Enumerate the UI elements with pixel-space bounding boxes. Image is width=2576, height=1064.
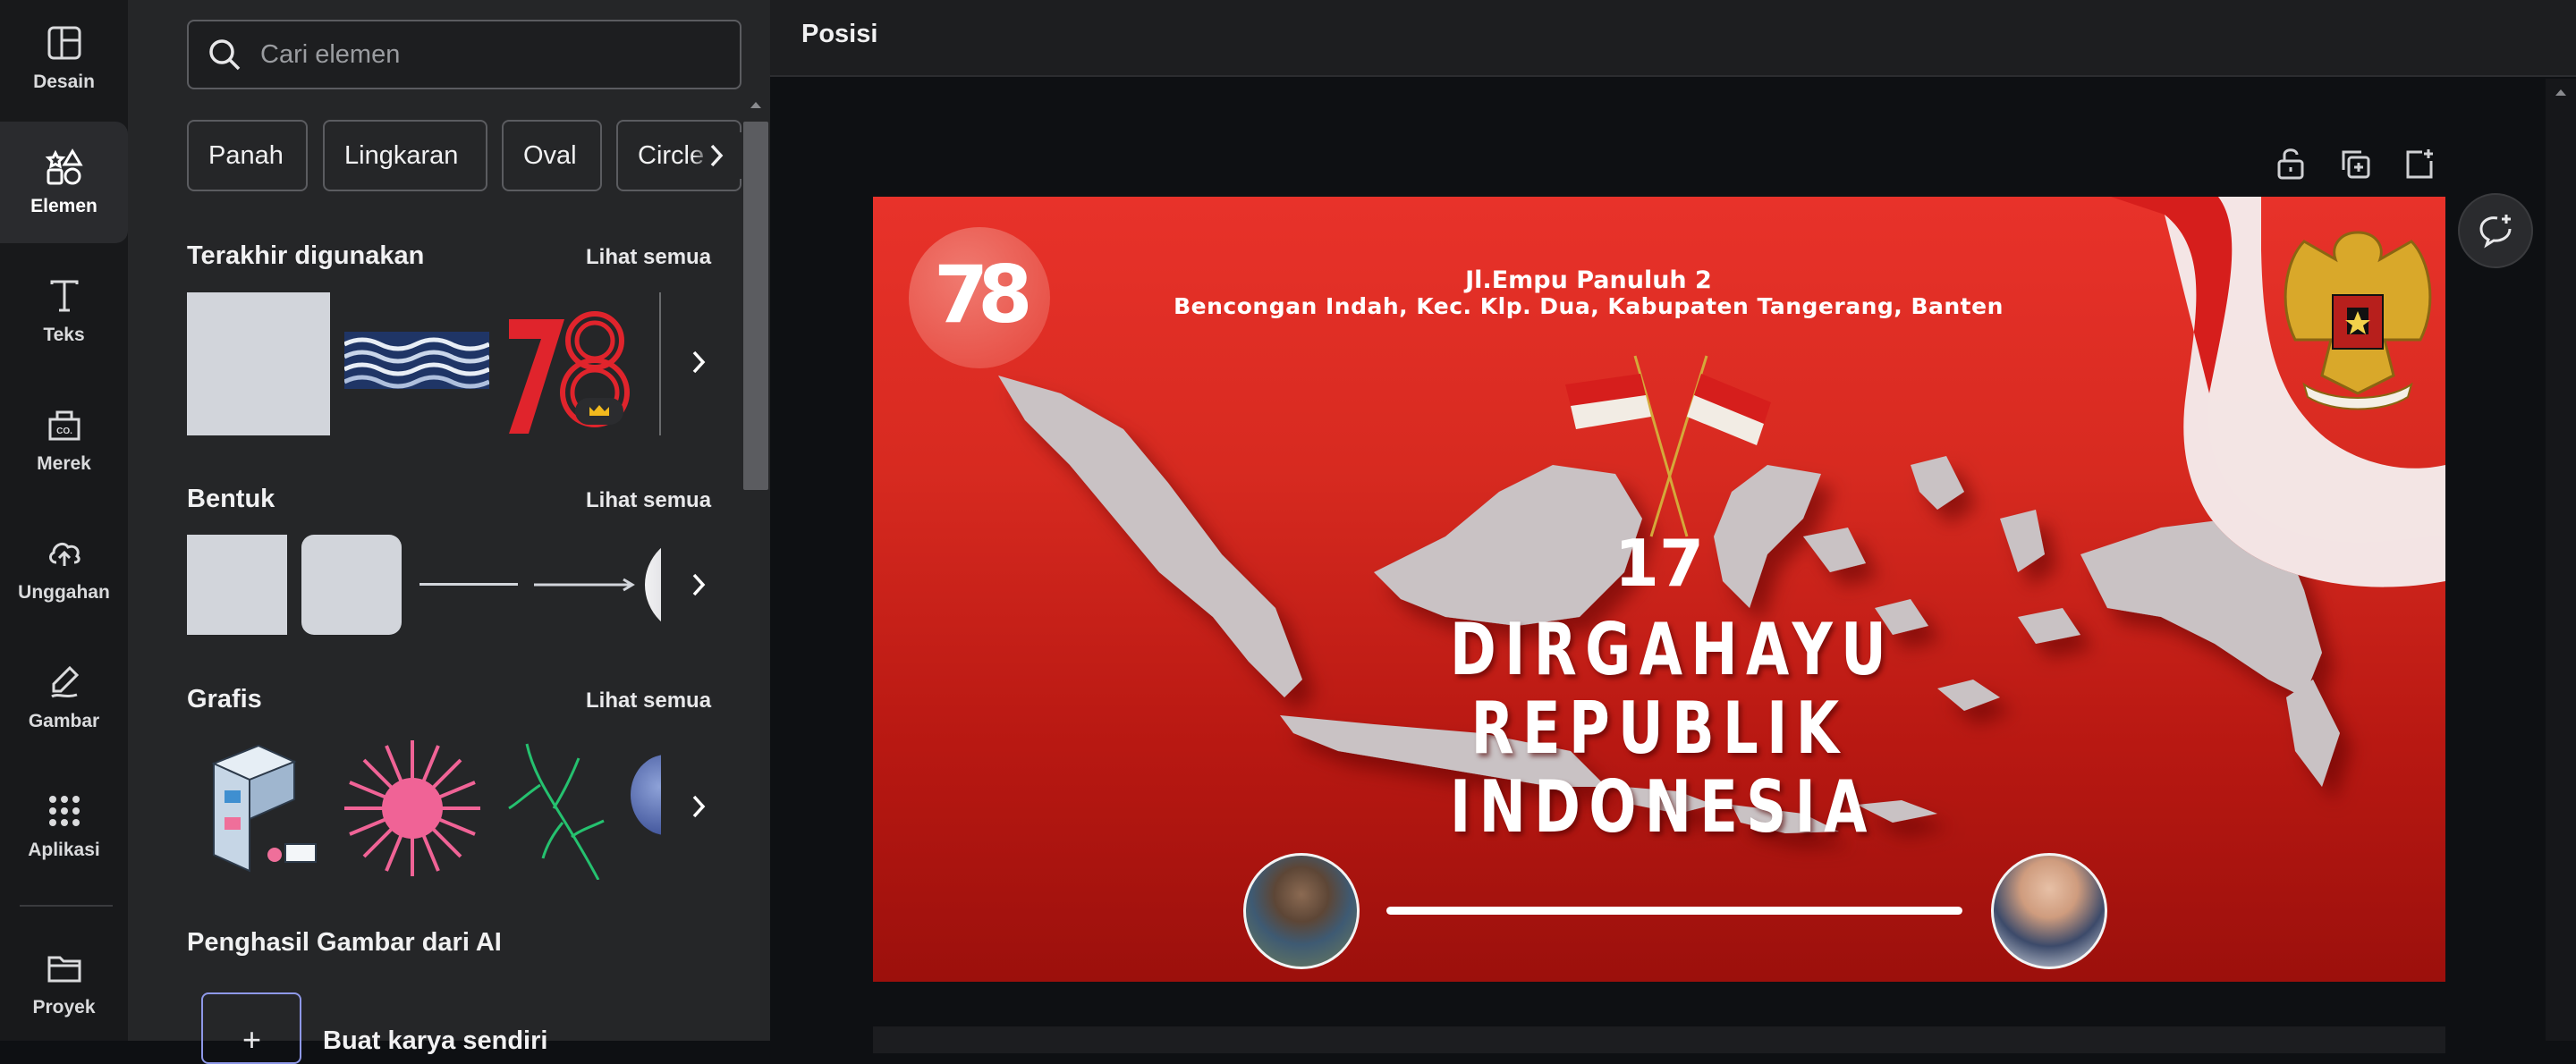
left-sidebar: Desain Elemen Teks CO. Merek Unggahan Ga…	[0, 0, 141, 1044]
search-input[interactable]	[258, 38, 724, 71]
rail-label: Unggahan	[18, 582, 110, 603]
section-title-graphics: Grafis	[187, 685, 262, 714]
rail-item-aplikasi[interactable]: Aplikasi	[0, 765, 128, 887]
duplicate-page-button[interactable]	[2334, 143, 2376, 184]
shapes-icon	[45, 148, 83, 185]
rail-label: Proyek	[32, 997, 96, 1018]
see-all-recent-link[interactable]: Lihat semua	[586, 245, 711, 270]
recent-texture-graphic[interactable]	[659, 292, 661, 435]
recent-square-shape[interactable]	[187, 292, 330, 435]
address-line-1[interactable]: Jl.Empu Panuluh 2	[1141, 266, 2036, 294]
square-shape[interactable]	[187, 535, 287, 635]
isometric-letter-graphic[interactable]	[196, 737, 321, 876]
circle-shape[interactable]	[645, 535, 661, 635]
arrow-line-shape[interactable]	[534, 576, 636, 594]
recent-items-row	[187, 291, 661, 435]
left-person-photo[interactable]	[1243, 853, 1360, 969]
rail-label: Desain	[33, 72, 95, 92]
editor-topbar: Posisi	[770, 0, 2576, 77]
text-icon	[50, 280, 78, 312]
chevron-right-icon	[692, 350, 706, 374]
draw-icon	[50, 665, 79, 698]
anniversary-78-logo[interactable]: 78	[909, 227, 1050, 368]
add-comment-button[interactable]	[2458, 193, 2533, 268]
chevron-right-icon	[692, 795, 706, 818]
search-icon	[209, 39, 241, 71]
chip-label: Oval	[523, 140, 577, 170]
garuda-pancasila-emblem[interactable]	[2268, 206, 2445, 420]
address-line-2[interactable]: Bencongan Indah, Kec. Klp. Dua, Kabupate…	[1141, 293, 2036, 319]
add-page-button[interactable]	[2399, 143, 2440, 184]
next-page-preview[interactable]	[873, 1026, 2445, 1053]
rail-item-merek[interactable]: CO. Merek	[0, 379, 128, 501]
ai-create-button[interactable]: +	[201, 992, 301, 1064]
search-box[interactable]	[187, 20, 741, 89]
see-all-shapes-link[interactable]: Lihat semua	[586, 488, 711, 513]
chip-label: Panah	[208, 140, 284, 170]
headline-republik[interactable]: REPUBLIK	[1450, 687, 1868, 770]
headline-dirgahayu[interactable]: DIRGAHAYU	[1450, 608, 1886, 691]
rail-item-teks[interactable]: Teks	[0, 250, 128, 372]
add-page-icon	[2406, 149, 2433, 179]
brand-icon: CO.	[48, 410, 80, 441]
rail-divider	[20, 905, 113, 907]
crossed-flags-graphic[interactable]	[1553, 349, 1785, 545]
see-all-graphics-link[interactable]: Lihat semua	[586, 688, 711, 714]
graphics-scroll-right-button[interactable]	[674, 771, 724, 842]
logo-text: 78	[934, 249, 1033, 341]
position-tab[interactable]: Posisi	[801, 20, 877, 49]
pink-burst-graphic[interactable]	[341, 739, 484, 878]
chip-oval[interactable]: Oval	[502, 120, 602, 191]
rail-item-gambar[interactable]: Gambar	[0, 637, 128, 758]
section-title-recent: Terakhir digunakan	[187, 241, 425, 270]
duplicate-icon	[2342, 150, 2370, 179]
section-title-shapes: Bentuk	[187, 485, 275, 513]
rail-label: Merek	[37, 453, 91, 474]
rounded-square-shape[interactable]	[301, 535, 402, 635]
lock-page-button[interactable]	[2270, 143, 2311, 184]
chevron-right-icon	[710, 144, 724, 167]
shapes-row	[187, 535, 661, 635]
elements-panel: Panah Lingkaran Oval Circle Terakhir dig…	[128, 0, 770, 1064]
comment-plus-icon	[2479, 215, 2512, 249]
unlock-icon	[2277, 148, 2304, 180]
line-shape[interactable]	[419, 583, 518, 586]
rail-item-desain[interactable]: Desain	[0, 0, 128, 116]
date-number[interactable]: 17	[1570, 526, 1749, 601]
rail-label: Teks	[43, 325, 85, 345]
green-branch-graphic[interactable]	[500, 740, 616, 880]
upload-cloud-icon	[48, 542, 80, 566]
apps-grid-icon	[48, 796, 80, 826]
plus-icon: +	[242, 1021, 262, 1058]
chip-panah[interactable]: Panah	[187, 120, 308, 191]
graphics-row	[187, 733, 661, 881]
section-title-ai: Penghasil Gambar dari AI	[187, 928, 502, 957]
rail-label: Gambar	[28, 711, 100, 731]
chips-scroll-right-button[interactable]	[691, 132, 741, 179]
chevron-right-icon	[692, 573, 706, 596]
chip-lingkaran[interactable]: Lingkaran	[323, 120, 487, 191]
rail-item-elemen[interactable]: Elemen	[0, 122, 128, 243]
folder-icon	[47, 956, 80, 983]
rail-item-proyek[interactable]: Proyek	[0, 923, 128, 1044]
recent-78-logo-graphic[interactable]	[502, 292, 645, 435]
chip-label: Lingkaran	[344, 140, 459, 170]
rail-label: Elemen	[30, 196, 97, 216]
recent-scroll-right-button[interactable]	[674, 326, 724, 398]
svg-text:CO.: CO.	[56, 426, 72, 436]
blue-shell-graphic[interactable]	[631, 755, 661, 835]
divider-line[interactable]	[1386, 907, 1962, 915]
recent-waves-graphic[interactable]	[344, 332, 489, 389]
shapes-scroll-right-button[interactable]	[674, 549, 724, 621]
layout-icon	[47, 26, 80, 60]
poster-page[interactable]: 78 Jl.Empu Panuluh 2 Bencongan Indah, Ke…	[873, 197, 2445, 982]
canvas-scrollbar[interactable]	[2546, 79, 2576, 1041]
ai-create-label: Buat karya sendiri	[323, 1026, 548, 1055]
panel-scroll-thumb[interactable]	[743, 122, 768, 490]
right-person-photo[interactable]	[1991, 853, 2107, 969]
rail-label: Aplikasi	[28, 840, 100, 860]
headline-indonesia[interactable]: INDONESIA	[1450, 765, 1868, 849]
rail-item-unggahan[interactable]: Unggahan	[0, 508, 128, 629]
